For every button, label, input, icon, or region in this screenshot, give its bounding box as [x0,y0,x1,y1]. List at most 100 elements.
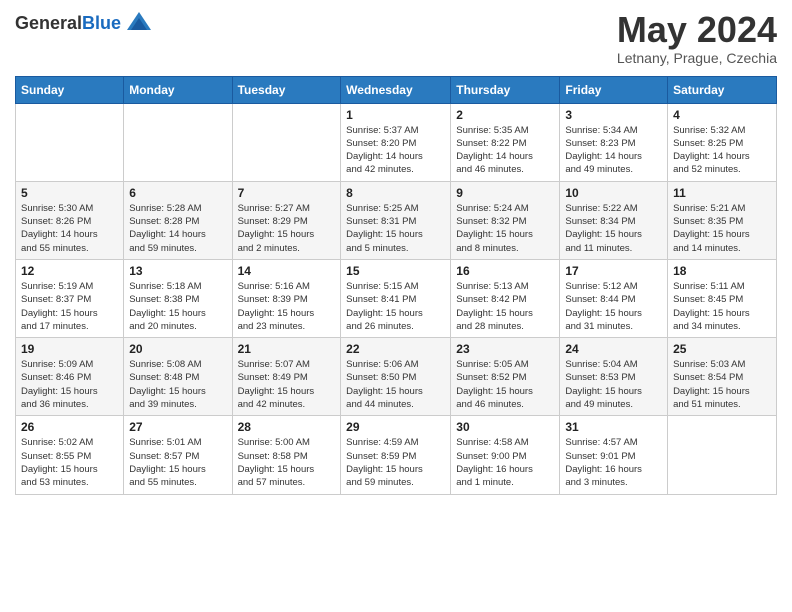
calendar-cell: 21Sunrise: 5:07 AM Sunset: 8:49 PM Dayli… [232,338,341,416]
day-info: Sunrise: 5:30 AM Sunset: 8:26 PM Dayligh… [21,202,118,255]
day-number: 22 [346,342,445,356]
calendar-cell: 16 Sunrise: 5:13 AM Sunset: 8:42 PM Dayli… [451,259,560,337]
day-number: 10 [565,186,662,200]
day-number: 13 [129,264,226,278]
calendar-cell: 13 Sunrise: 5:18 AM Sunset: 8:38 PM Dayli… [124,259,232,337]
calendar-cell: 4 Sunrise: 5:32 AM Sunset: 8:25 PM Daylig… [668,103,777,181]
day-number: 27 [129,420,226,434]
day-number: 18 [673,264,771,278]
day-info: Sunrise: 5:12 AM Sunset: 8:44 PM Dayligh… [565,280,662,333]
day-number: 4 [673,108,771,122]
calendar-cell: 26 Sunrise: 5:02 AM Sunset: 8:55 PM Dayli… [16,416,124,494]
title-block: May 2024 Letnany, Prague, Czechia [617,10,777,66]
calendar-cell: 22 Sunrise: 5:06 AM Sunset: 8:50 PM Dayli… [341,338,451,416]
day-number: 7 [238,186,336,200]
day-info: Sunrise: 4:57 AM Sunset: 9:01 PM Dayligh… [565,436,662,489]
calendar-cell: 19Sunrise: 5:09 AM Sunset: 8:46 PM Dayli… [16,338,124,416]
day-info: Sunrise: 5:37 AM Sunset: 8:20 PM Dayligh… [346,124,445,177]
day-number: 23 [456,342,554,356]
col-monday: Monday [124,76,232,103]
day-info: Sunrise: 5:02 AM Sunset: 8:55 PM Dayligh… [21,436,118,489]
day-info: Sunrise: 5:08 AM Sunset: 8:48 PM Dayligh… [129,358,226,411]
calendar-cell: 17 Sunrise: 5:12 AM Sunset: 8:44 PM Dayli… [560,259,668,337]
calendar-header-row: Sunday Monday Tuesday Wednesday Thursday… [16,76,777,103]
calendar-cell: 5Sunrise: 5:30 AM Sunset: 8:26 PM Daylig… [16,181,124,259]
day-number: 11 [673,186,771,200]
day-number: 31 [565,420,662,434]
day-number: 24 [565,342,662,356]
day-info: Sunrise: 5:06 AM Sunset: 8:50 PM Dayligh… [346,358,445,411]
calendar-table: Sunday Monday Tuesday Wednesday Thursday… [15,76,777,495]
day-info: Sunrise: 5:16 AM Sunset: 8:39 PM Dayligh… [238,280,336,333]
calendar-cell: 31 Sunrise: 4:57 AM Sunset: 9:01 PM Dayli… [560,416,668,494]
calendar-week-row: 19Sunrise: 5:09 AM Sunset: 8:46 PM Dayli… [16,338,777,416]
day-info: Sunrise: 5:32 AM Sunset: 8:25 PM Dayligh… [673,124,771,177]
calendar-cell: 9 Sunrise: 5:24 AM Sunset: 8:32 PM Daylig… [451,181,560,259]
calendar-cell [124,103,232,181]
calendar-week-row: 12Sunrise: 5:19 AM Sunset: 8:37 PM Dayli… [16,259,777,337]
day-number: 15 [346,264,445,278]
day-number: 17 [565,264,662,278]
day-info: Sunrise: 5:22 AM Sunset: 8:34 PM Dayligh… [565,202,662,255]
calendar-cell: 20 Sunrise: 5:08 AM Sunset: 8:48 PM Dayli… [124,338,232,416]
col-sunday: Sunday [16,76,124,103]
day-number: 28 [238,420,336,434]
calendar-cell: 11 Sunrise: 5:21 AM Sunset: 8:35 PM Dayli… [668,181,777,259]
day-number: 12 [21,264,118,278]
calendar-cell: 29 Sunrise: 4:59 AM Sunset: 8:59 PM Dayli… [341,416,451,494]
location: Letnany, Prague, Czechia [617,50,777,66]
day-info: Sunrise: 5:04 AM Sunset: 8:53 PM Dayligh… [565,358,662,411]
day-info: Sunrise: 4:59 AM Sunset: 8:59 PM Dayligh… [346,436,445,489]
day-info: Sunrise: 5:07 AM Sunset: 8:49 PM Dayligh… [238,358,336,411]
calendar-cell: 7Sunrise: 5:27 AM Sunset: 8:29 PM Daylig… [232,181,341,259]
col-tuesday: Tuesday [232,76,341,103]
calendar-cell [668,416,777,494]
day-number: 3 [565,108,662,122]
day-number: 14 [238,264,336,278]
calendar-cell: 27Sunrise: 5:01 AM Sunset: 8:57 PM Dayli… [124,416,232,494]
calendar-week-row: 1Sunrise: 5:37 AM Sunset: 8:20 PM Daylig… [16,103,777,181]
header: GeneralBlue May 2024 Letnany, Prague, Cz… [15,10,777,66]
day-number: 2 [456,108,554,122]
calendar-cell: 30 Sunrise: 4:58 AM Sunset: 9:00 PM Dayli… [451,416,560,494]
day-info: Sunrise: 4:58 AM Sunset: 9:00 PM Dayligh… [456,436,554,489]
calendar-week-row: 5Sunrise: 5:30 AM Sunset: 8:26 PM Daylig… [16,181,777,259]
logo-blue: Blue [82,13,121,33]
day-info: Sunrise: 5:24 AM Sunset: 8:32 PM Dayligh… [456,202,554,255]
logo: GeneralBlue [15,10,153,38]
calendar-cell: 2 Sunrise: 5:35 AM Sunset: 8:22 PM Daylig… [451,103,560,181]
day-info: Sunrise: 5:03 AM Sunset: 8:54 PM Dayligh… [673,358,771,411]
month-title: May 2024 [617,10,777,50]
day-info: Sunrise: 5:11 AM Sunset: 8:45 PM Dayligh… [673,280,771,333]
day-number: 8 [346,186,445,200]
day-number: 16 [456,264,554,278]
col-friday: Friday [560,76,668,103]
calendar-cell: 24 Sunrise: 5:04 AM Sunset: 8:53 PM Dayli… [560,338,668,416]
calendar-cell: 6 Sunrise: 5:28 AM Sunset: 8:28 PM Daylig… [124,181,232,259]
day-info: Sunrise: 5:34 AM Sunset: 8:23 PM Dayligh… [565,124,662,177]
logo-text: GeneralBlue [15,14,121,34]
day-info: Sunrise: 5:28 AM Sunset: 8:28 PM Dayligh… [129,202,226,255]
day-number: 9 [456,186,554,200]
day-info: Sunrise: 5:15 AM Sunset: 8:41 PM Dayligh… [346,280,445,333]
calendar-cell: 23 Sunrise: 5:05 AM Sunset: 8:52 PM Dayli… [451,338,560,416]
day-info: Sunrise: 5:21 AM Sunset: 8:35 PM Dayligh… [673,202,771,255]
calendar-cell: 14 Sunrise: 5:16 AM Sunset: 8:39 PM Dayli… [232,259,341,337]
day-number: 29 [346,420,445,434]
calendar-cell [16,103,124,181]
calendar-cell: 3 Sunrise: 5:34 AM Sunset: 8:23 PM Daylig… [560,103,668,181]
day-info: Sunrise: 5:05 AM Sunset: 8:52 PM Dayligh… [456,358,554,411]
calendar-cell: 15 Sunrise: 5:15 AM Sunset: 8:41 PM Dayli… [341,259,451,337]
calendar-cell [232,103,341,181]
day-number: 30 [456,420,554,434]
day-info: Sunrise: 5:18 AM Sunset: 8:38 PM Dayligh… [129,280,226,333]
day-info: Sunrise: 5:35 AM Sunset: 8:22 PM Dayligh… [456,124,554,177]
day-number: 26 [21,420,118,434]
calendar-cell: 25 Sunrise: 5:03 AM Sunset: 8:54 PM Dayli… [668,338,777,416]
calendar-week-row: 26 Sunrise: 5:02 AM Sunset: 8:55 PM Dayli… [16,416,777,494]
day-number: 20 [129,342,226,356]
day-info: Sunrise: 5:13 AM Sunset: 8:42 PM Dayligh… [456,280,554,333]
day-number: 25 [673,342,771,356]
col-wednesday: Wednesday [341,76,451,103]
day-number: 6 [129,186,226,200]
